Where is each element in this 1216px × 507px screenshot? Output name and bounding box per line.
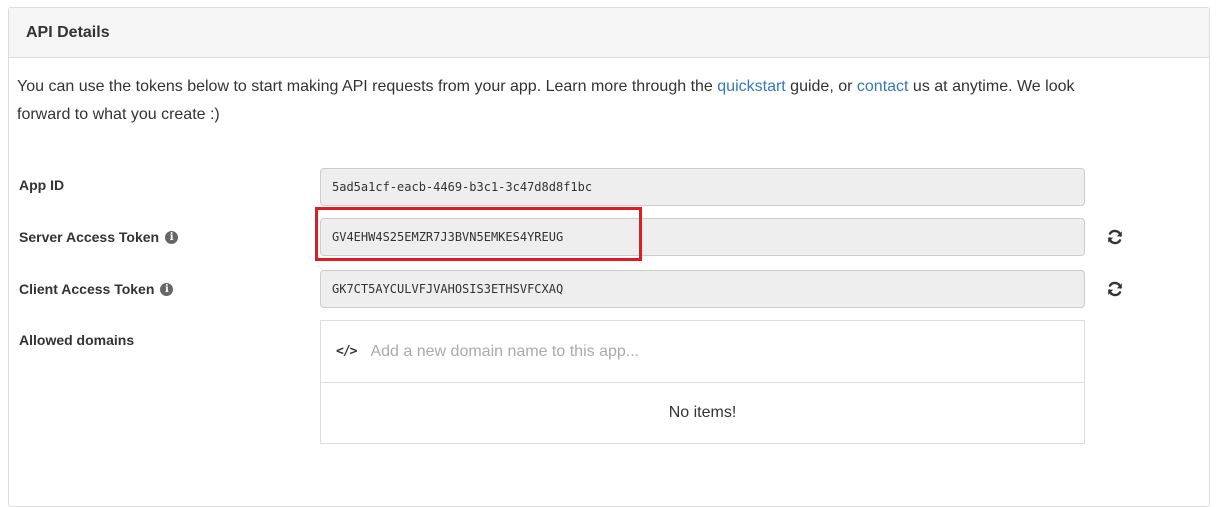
allowed-domains-label: Allowed domains bbox=[19, 332, 135, 348]
contact-link[interactable]: contact bbox=[857, 78, 909, 95]
client-access-token-label: Client Access Token i bbox=[19, 281, 174, 297]
info-icon[interactable]: i bbox=[160, 282, 174, 296]
server-access-token-field[interactable]: GV4EHW4S25EMZR7J3BVN5EMKES4YREUG bbox=[320, 218, 1085, 256]
app-id-field[interactable]: 5ad5a1cf-eacb-4469-b3c1-3c47d8d8f1bc bbox=[320, 168, 1085, 206]
allowed-domains-box: </> No items! bbox=[320, 320, 1085, 444]
client-access-token-field[interactable]: GK7CT5AYCULVFJVAHOSIS3ETHSVFCXAQ bbox=[320, 270, 1085, 308]
server-access-token-label: Server Access Token i bbox=[19, 229, 179, 245]
domain-input[interactable] bbox=[370, 342, 1051, 361]
app-id-label: App ID bbox=[19, 177, 65, 193]
intro-text: You can use the tokens below to start ma… bbox=[17, 78, 1075, 123]
empty-list-message: No items! bbox=[668, 404, 737, 421]
info-icon[interactable]: i bbox=[165, 230, 179, 244]
refresh-server-token-icon[interactable] bbox=[1106, 228, 1124, 246]
domain-input-row: </> bbox=[321, 321, 1084, 383]
panel-title: API Details bbox=[9, 8, 1209, 58]
code-icon: </> bbox=[336, 344, 358, 359]
refresh-client-token-icon[interactable] bbox=[1106, 280, 1124, 298]
quickstart-link[interactable]: quickstart bbox=[717, 78, 785, 95]
